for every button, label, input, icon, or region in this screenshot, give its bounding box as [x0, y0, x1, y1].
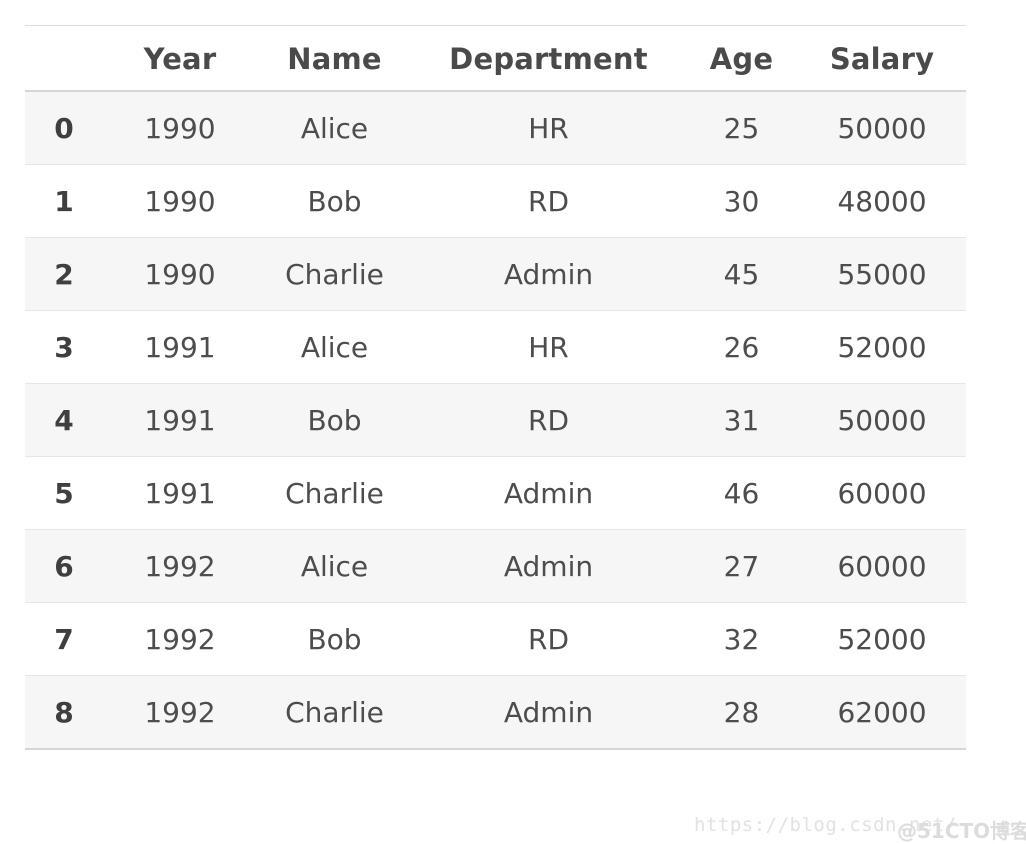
- row-index: 2: [54, 258, 74, 291]
- table-row: 5 1991 Charlie Admin 46 60000: [25, 456, 966, 530]
- row-index: 0: [54, 112, 74, 145]
- cell-salary: 55000: [837, 258, 927, 291]
- cell-salary: 52000: [837, 623, 927, 656]
- cell-department: Admin: [503, 258, 594, 291]
- cell-name: Alice: [300, 331, 369, 364]
- watermark-url: https://blog.csdn.net/: [694, 814, 957, 836]
- table-row: 1 1990 Bob RD 30 48000: [25, 164, 966, 238]
- cell-name: Charlie: [285, 258, 384, 291]
- cell-salary: 62000: [837, 696, 927, 729]
- row-index: 1: [54, 185, 74, 218]
- cell-name: Charlie: [285, 477, 384, 510]
- column-header-year: Year: [143, 42, 217, 76]
- row-index: 5: [54, 477, 74, 510]
- cell-year: 1990: [144, 112, 216, 145]
- cell-age: 32: [723, 623, 760, 656]
- header-row: Year Name Department Age Salary: [25, 25, 966, 92]
- cell-department: Admin: [503, 477, 594, 510]
- table-row: 7 1992 Bob RD 32 52000: [25, 602, 966, 676]
- cell-name: Alice: [300, 112, 369, 145]
- cell-age: 31: [723, 404, 760, 437]
- cell-age: 45: [723, 258, 760, 291]
- cell-department: RD: [527, 185, 569, 218]
- cell-department: RD: [527, 623, 569, 656]
- dataframe-table: Year Name Department Age Salary 0 1990 A…: [25, 25, 966, 750]
- cell-name: Charlie: [285, 696, 384, 729]
- table-row: 8 1992 Charlie Admin 28 62000: [25, 675, 966, 749]
- column-header-name: Name: [287, 42, 382, 76]
- cell-salary: 52000: [837, 331, 927, 364]
- cell-year: 1990: [144, 258, 216, 291]
- cell-department: Admin: [503, 696, 594, 729]
- cell-name: Bob: [307, 404, 362, 437]
- cell-age: 30: [723, 185, 760, 218]
- column-header-department: Department: [449, 42, 648, 76]
- column-header-age: Age: [709, 42, 774, 76]
- cell-age: 27: [723, 550, 760, 583]
- column-header-salary: Salary: [829, 42, 935, 76]
- table-row: 0 1990 Alice HR 25 50000: [25, 91, 966, 165]
- column-header-index: [25, 26, 103, 92]
- cell-age: 26: [723, 331, 760, 364]
- cell-name: Bob: [307, 623, 362, 656]
- table-header: Year Name Department Age Salary: [25, 25, 966, 92]
- watermark-brand: @51CTO博客: [897, 819, 1026, 843]
- watermark: https://blog.csdn.net/ @51CTO博客: [694, 812, 1026, 844]
- cell-department: RD: [527, 404, 569, 437]
- dataframe-container: Year Name Department Age Salary 0 1990 A…: [25, 25, 966, 750]
- cell-year: 1991: [144, 404, 216, 437]
- cell-department: Admin: [503, 550, 594, 583]
- row-index: 4: [54, 404, 74, 437]
- cell-salary: 48000: [837, 185, 927, 218]
- table-row: 3 1991 Alice HR 26 52000: [25, 310, 966, 384]
- cell-age: 28: [723, 696, 760, 729]
- cell-salary: 60000: [837, 477, 927, 510]
- table-row: 2 1990 Charlie Admin 45 55000: [25, 237, 966, 311]
- cell-name: Alice: [300, 550, 369, 583]
- cell-year: 1990: [144, 185, 216, 218]
- cell-age: 25: [723, 112, 760, 145]
- cell-year: 1992: [144, 696, 216, 729]
- cell-name: Bob: [307, 185, 362, 218]
- cell-department: HR: [528, 112, 569, 145]
- cell-year: 1992: [144, 550, 216, 583]
- cell-year: 1991: [144, 477, 216, 510]
- row-index: 6: [54, 550, 74, 583]
- table-row: 6 1992 Alice Admin 27 60000: [25, 529, 966, 603]
- row-index: 8: [54, 696, 74, 729]
- row-index: 7: [54, 623, 74, 656]
- cell-salary: 60000: [837, 550, 927, 583]
- row-index: 3: [54, 331, 74, 364]
- cell-age: 46: [723, 477, 760, 510]
- cell-year: 1991: [144, 331, 216, 364]
- cell-year: 1992: [144, 623, 216, 656]
- cell-salary: 50000: [837, 404, 927, 437]
- cell-salary: 50000: [837, 112, 927, 145]
- table-body: 0 1990 Alice HR 25 50000 1 1990 Bob RD 3…: [25, 91, 966, 749]
- table-row: 4 1991 Bob RD 31 50000: [25, 383, 966, 457]
- cell-department: HR: [528, 331, 569, 364]
